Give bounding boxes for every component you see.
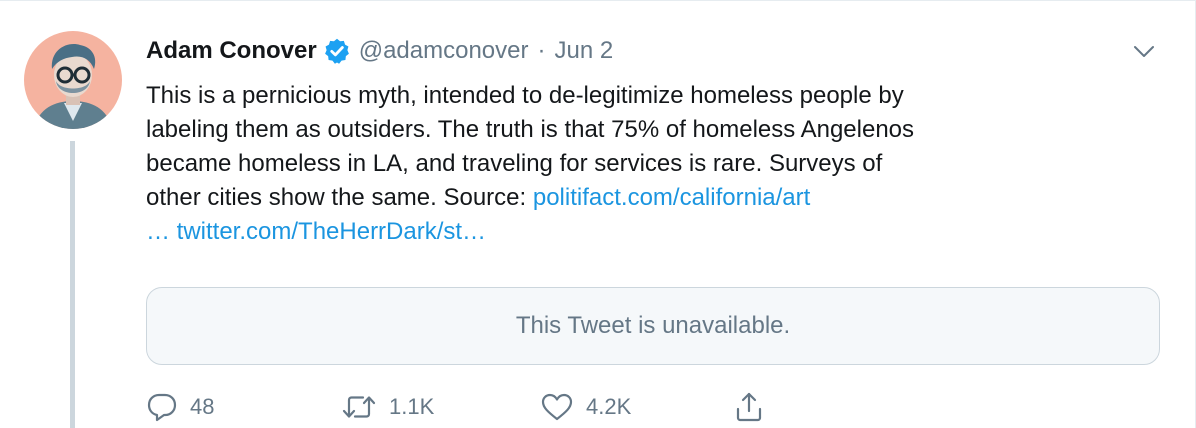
author-name[interactable]: Adam Conover [146, 37, 317, 65]
reply-bubble-icon [146, 392, 178, 422]
reply-button[interactable]: 48 [146, 389, 214, 425]
author-handle[interactable]: @adamconover [359, 37, 529, 65]
like-button[interactable]: 4.2K [540, 389, 631, 425]
tweet-text-line: became homeless in LA, and traveling for… [146, 150, 883, 177]
thread-connector-line [70, 141, 75, 428]
header-separator: · [537, 37, 546, 64]
tweet-text-segment: other cities show the same. Source: [146, 184, 533, 211]
tweet-text-line: labeling them as outsiders. The truth is… [146, 116, 915, 143]
heart-icon [540, 392, 574, 422]
retweet-button[interactable]: 1.1K [341, 389, 434, 425]
avatar[interactable] [24, 31, 122, 129]
verified-badge-icon [323, 37, 351, 65]
chevron-down-icon[interactable] [1129, 37, 1159, 67]
tweet-text: This is a pernicious myth, intended to d… [146, 79, 1156, 249]
tweet-card[interactable]: Adam Conover @adamconover · Jun 2 This i… [0, 0, 1196, 428]
quoted-tweet-link[interactable]: … twitter.com/TheHerrDark/st… [146, 218, 486, 245]
politifact-link[interactable]: politifact.com/california/art [533, 184, 810, 211]
like-count: 4.2K [586, 394, 632, 419]
retweet-icon [341, 392, 377, 422]
tweet-date[interactable]: Jun 2 [554, 37, 613, 65]
tweet-text-line: other cities show the same. Source: poli… [146, 181, 1156, 215]
quoted-tweet-unavailable-text: This Tweet is unavailable. [515, 312, 791, 339]
reply-count: 48 [190, 394, 215, 419]
tweet-text-line: This is a pernicious myth, intended to d… [146, 82, 904, 109]
tweet-text-line: … twitter.com/TheHerrDark/st… [146, 215, 1156, 249]
share-icon [734, 391, 764, 423]
tweet-actions: 48 1.1K 4.2K [146, 389, 846, 425]
retweet-count: 1.1K [389, 394, 435, 419]
tweet-header: Adam Conover @adamconover · Jun 2 [146, 33, 613, 69]
quoted-tweet-card[interactable]: This Tweet is unavailable. [146, 287, 1160, 365]
share-button[interactable] [734, 389, 764, 425]
